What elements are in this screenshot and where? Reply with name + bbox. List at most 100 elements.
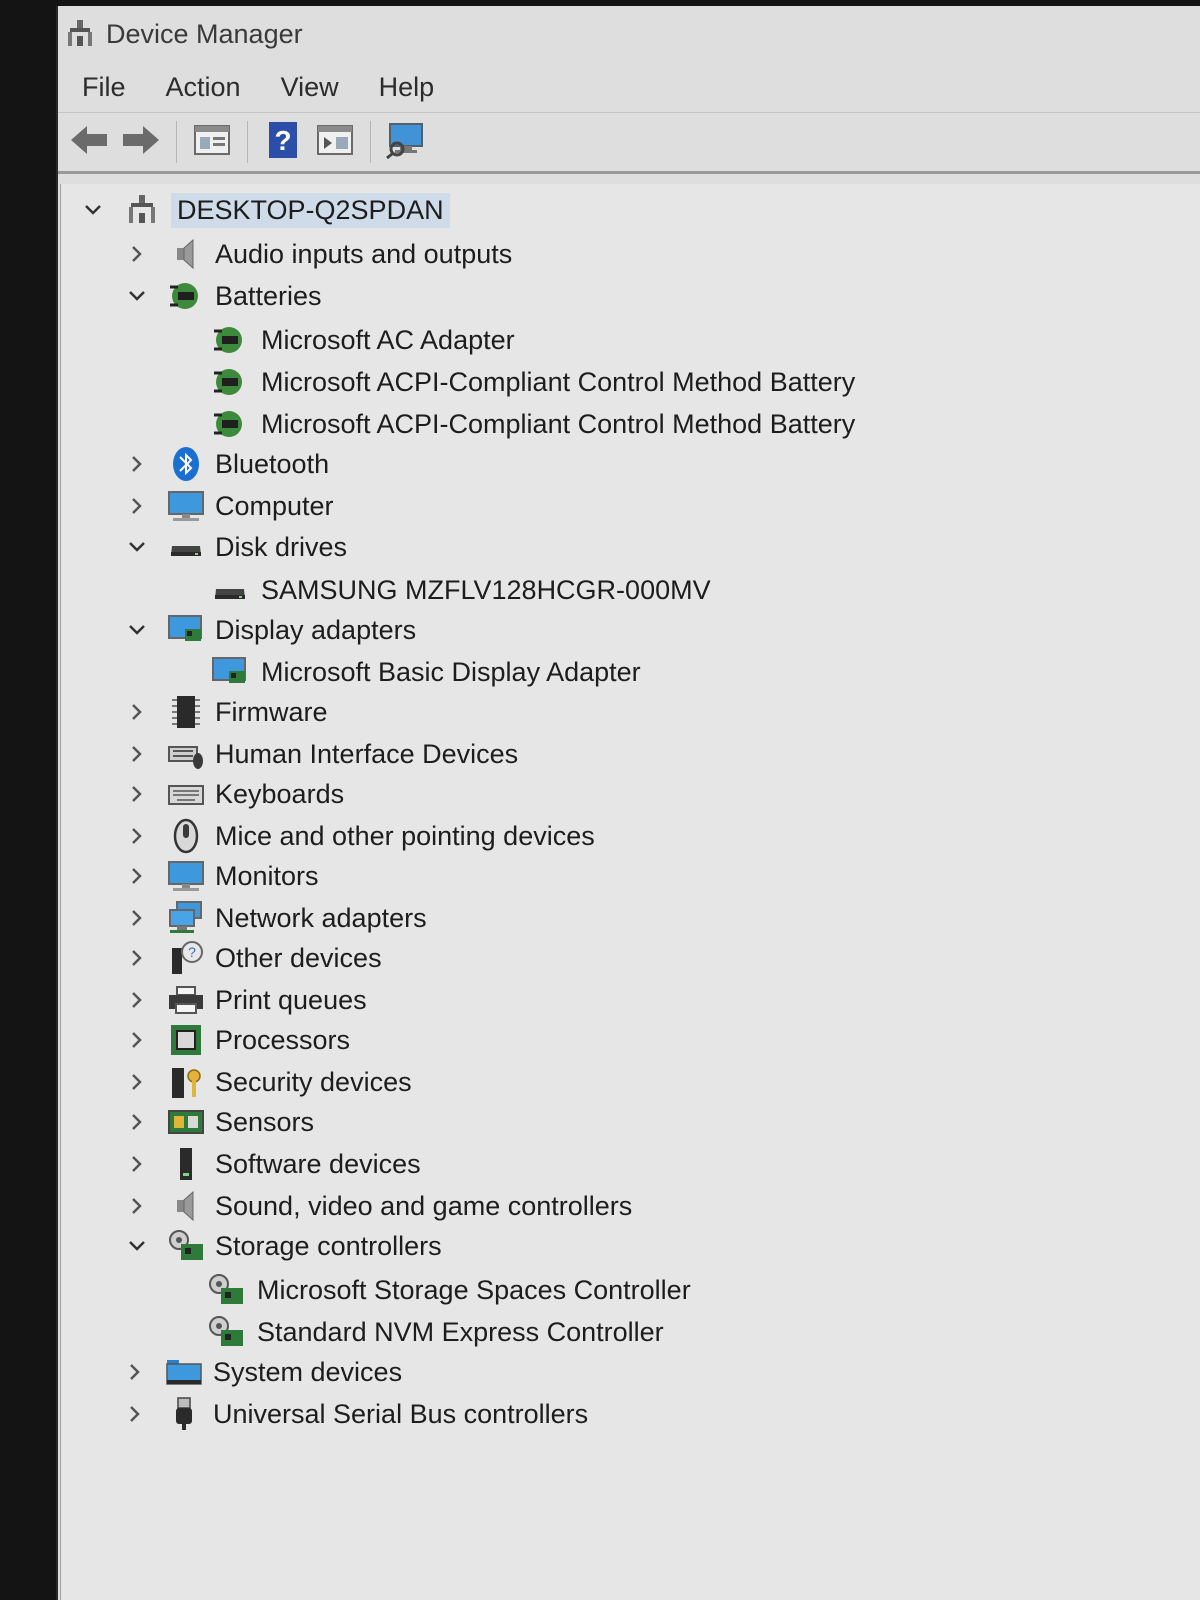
chevron-right-icon[interactable] [123, 774, 151, 814]
svg-text:?: ? [188, 944, 196, 960]
scan-hardware-button[interactable] [383, 119, 429, 165]
device-battery[interactable]: Microsoft ACPI-Compliant Control Method … [211, 404, 855, 444]
help-button[interactable]: ? [260, 119, 306, 165]
chevron-right-icon[interactable] [123, 1102, 151, 1142]
chevron-right-icon[interactable] [123, 980, 151, 1020]
chevron-down-icon[interactable] [123, 276, 151, 316]
category-label: Network adapters [215, 902, 427, 933]
menu-view[interactable]: View [279, 70, 341, 105]
category-label: Security devices [215, 1066, 412, 1097]
device-samsung-ssd[interactable]: SAMSUNG MZFLV128HCGR-000MV [211, 570, 711, 610]
category-bluetooth[interactable]: Bluetooth [123, 444, 329, 484]
chevron-down-icon[interactable] [123, 527, 151, 567]
forward-button[interactable] [118, 119, 164, 165]
monitor-icon [167, 487, 205, 525]
category-storage-controllers[interactable]: Storage controllers [123, 1226, 442, 1266]
chevron-right-icon[interactable] [123, 234, 151, 274]
chevron-right-icon[interactable] [123, 856, 151, 896]
category-monitors[interactable]: Monitors [123, 856, 319, 896]
battery-icon [211, 405, 249, 443]
computer-network-icon [123, 191, 161, 229]
device-nvm-express[interactable]: Standard NVM Express Controller [207, 1312, 664, 1352]
storage-controller-icon [167, 1227, 205, 1265]
category-batteries[interactable]: Batteries [123, 276, 322, 316]
forward-icon [121, 123, 161, 162]
category-label: Keyboards [215, 778, 345, 809]
display-adapter-icon [167, 611, 205, 649]
category-label: Bluetooth [215, 448, 330, 479]
firmware-chip-icon [167, 693, 205, 731]
svg-text:?: ? [274, 125, 291, 156]
update-driver-button[interactable] [312, 119, 358, 165]
device-label: Microsoft ACPI-Compliant Control Method … [261, 408, 856, 439]
processor-icon [167, 1021, 205, 1059]
category-label: Sensors [215, 1106, 315, 1137]
category-keyboards[interactable]: Keyboards [123, 774, 344, 814]
category-print-queues[interactable]: Print queues [123, 980, 367, 1020]
category-label: Other devices [215, 942, 382, 973]
category-computer[interactable]: Computer [123, 486, 334, 526]
category-usb-controllers[interactable]: Universal Serial Bus controllers [121, 1394, 588, 1434]
category-processors[interactable]: Processors [123, 1020, 350, 1060]
storage-controller-icon [207, 1271, 245, 1309]
menu-help[interactable]: Help [377, 70, 437, 105]
chevron-right-icon[interactable] [123, 734, 151, 774]
computer-name: DESKTOP-Q2SPDAN [171, 192, 450, 228]
chevron-down-icon[interactable] [123, 1226, 151, 1266]
category-disk-drives[interactable]: Disk drives [123, 527, 347, 567]
device-basic-display[interactable]: Microsoft Basic Display Adapter [211, 652, 641, 692]
category-sound-video-game[interactable]: Sound, video and game controllers [123, 1186, 632, 1226]
device-label: Microsoft AC Adapter [261, 324, 515, 355]
device-tree: DESKTOP-Q2SPDAN Audio inputs and outputs… [60, 184, 1200, 1600]
category-label: Human Interface Devices [215, 738, 519, 769]
monitor-icon [167, 857, 205, 895]
chevron-right-icon[interactable] [123, 486, 151, 526]
disk-drive-icon [167, 528, 205, 566]
chevron-right-icon[interactable] [123, 1020, 151, 1060]
category-other-devices[interactable]: ? Other devices [123, 938, 382, 978]
category-label: System devices [213, 1356, 403, 1387]
category-hid[interactable]: Human Interface Devices [123, 734, 518, 774]
category-security-devices[interactable]: Security devices [123, 1062, 412, 1102]
menu-file[interactable]: File [80, 70, 128, 105]
category-sensors[interactable]: Sensors [123, 1102, 314, 1142]
chevron-right-icon[interactable] [123, 938, 151, 978]
chevron-right-icon[interactable] [121, 1352, 149, 1392]
battery-icon [167, 277, 205, 315]
chevron-right-icon[interactable] [123, 692, 151, 732]
toolbar-separator [370, 121, 371, 163]
chevron-right-icon[interactable] [123, 898, 151, 938]
tree-root[interactable]: DESKTOP-Q2SPDAN [79, 190, 450, 230]
properties-icon [193, 123, 231, 162]
category-label: Audio inputs and outputs [215, 238, 513, 269]
chevron-down-icon[interactable] [79, 190, 107, 230]
category-software-devices[interactable]: Software devices [123, 1144, 421, 1184]
device-battery[interactable]: Microsoft ACPI-Compliant Control Method … [211, 362, 855, 402]
chevron-right-icon[interactable] [123, 1186, 151, 1226]
properties-button[interactable] [189, 119, 235, 165]
category-network-adapters[interactable]: Network adapters [123, 898, 427, 938]
category-firmware[interactable]: Firmware [123, 692, 328, 732]
category-label: Firmware [215, 696, 328, 727]
device-ac-adapter[interactable]: Microsoft AC Adapter [211, 320, 515, 360]
category-audio[interactable]: Audio inputs and outputs [123, 234, 512, 274]
category-display-adapters[interactable]: Display adapters [123, 610, 416, 650]
mouse-icon [167, 817, 205, 855]
window-title: Device Manager [106, 18, 303, 49]
menu-action[interactable]: Action [164, 70, 243, 105]
bluetooth-icon [167, 445, 205, 483]
chevron-down-icon[interactable] [123, 610, 151, 650]
speaker-icon [167, 235, 205, 273]
chevron-right-icon[interactable] [123, 816, 151, 856]
category-mice[interactable]: Mice and other pointing devices [123, 816, 595, 856]
category-label: Processors [215, 1024, 351, 1055]
chevron-right-icon[interactable] [123, 1062, 151, 1102]
chevron-right-icon[interactable] [123, 444, 151, 484]
back-button[interactable] [66, 119, 112, 165]
toolbar-separator [247, 121, 248, 163]
chevron-right-icon[interactable] [121, 1394, 149, 1434]
chevron-right-icon[interactable] [123, 1144, 151, 1184]
device-storage-spaces[interactable]: Microsoft Storage Spaces Controller [207, 1270, 691, 1310]
category-label: Storage controllers [215, 1230, 442, 1261]
category-system-devices[interactable]: System devices [121, 1352, 402, 1392]
